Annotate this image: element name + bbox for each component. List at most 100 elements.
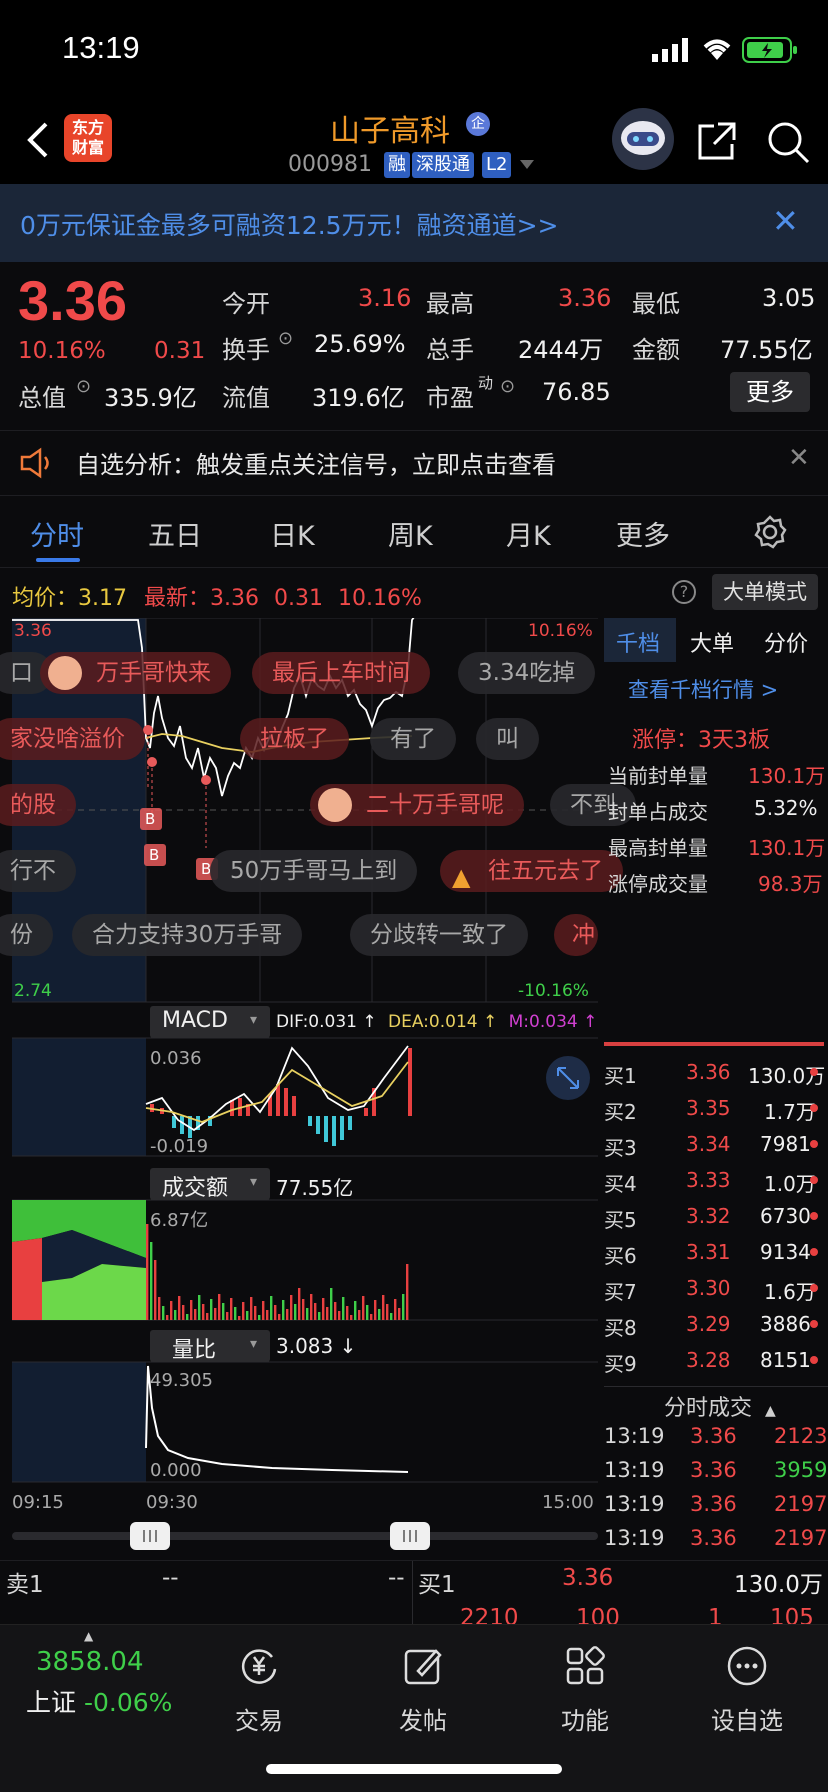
nav-add-watchlist[interactable]: 设自选	[692, 1645, 802, 1736]
pe-info-icon[interactable]: ⊙	[500, 376, 515, 397]
comment-bubble[interactable]: 冲	[554, 914, 598, 956]
macd-m: M:0.034 ↑	[508, 1012, 598, 1032]
stock-name[interactable]: 山子高科	[330, 106, 450, 150]
comment-bubble[interactable]: 二十万手哥呢	[310, 784, 524, 826]
bid-row[interactable]: 买8 3.29 3886	[604, 1306, 828, 1342]
volume-bar	[166, 1315, 169, 1320]
tab-monthly-k[interactable]: 月K	[506, 514, 551, 553]
index-change: -0.06%	[83, 1688, 173, 1717]
volume-selector[interactable]: 成交额 ▾	[150, 1168, 270, 1201]
bid-row[interactable]: 买2 3.35 1.7万	[604, 1090, 828, 1126]
comment-bubble[interactable]: 行不	[0, 850, 76, 892]
order-dot	[810, 1176, 818, 1184]
chevron-down-icon[interactable]	[520, 160, 534, 170]
macd-selector[interactable]: MACD ▾	[150, 1006, 270, 1038]
volume-bar	[162, 1306, 165, 1320]
comment-bubble[interactable]: 家没啥溢价	[0, 718, 145, 760]
tab-intraday[interactable]: 分时	[30, 514, 84, 553]
amount-value: 77.55亿	[720, 336, 813, 364]
promo-banner[interactable]: 0万元保证金最多可融资12.5万元！融资通道>> ✕	[0, 184, 828, 262]
bid-row[interactable]: 买6 3.31 9134	[604, 1234, 828, 1270]
pct-axis-top: 10.16%	[528, 621, 593, 641]
view-depth-link[interactable]: 查看千档行情 >	[628, 674, 778, 704]
bid-row[interactable]: 买7 3.30 1.6万	[604, 1270, 828, 1306]
more-dots-icon[interactable]: ⊙	[76, 376, 91, 397]
order-dot	[810, 1248, 818, 1256]
share-icon[interactable]	[696, 120, 738, 162]
more-button[interactable]: 更多	[730, 372, 810, 412]
comment-bubble[interactable]: 拉板了	[240, 718, 349, 760]
nav-post[interactable]: 发帖	[368, 1645, 478, 1736]
divider	[412, 1561, 413, 1625]
index-name[interactable]: 上证 -0.06%	[26, 1683, 172, 1719]
comment-bubble[interactable]: 有了	[370, 718, 456, 760]
notice-text[interactable]: 自选分析：触发重点关注信号，立即点击查看	[76, 445, 556, 480]
search-icon[interactable]	[766, 120, 810, 164]
volume-total: 77.55亿	[276, 1176, 354, 1200]
notice-close-icon[interactable]: ✕	[788, 443, 810, 473]
comment-bubble[interactable]: 份	[0, 914, 53, 956]
volume-bar	[226, 1312, 229, 1320]
trades-title[interactable]: 分时成交 ▲	[664, 1390, 776, 1422]
bid-row[interactable]: 买3 3.34 7981	[604, 1126, 828, 1162]
comment-bubble[interactable]: 50万手哥马上到	[210, 850, 418, 892]
tab-price-distribution[interactable]: 分价	[764, 626, 808, 658]
total-value: 335.9亿	[104, 384, 197, 412]
bid-label: 买2	[604, 1100, 637, 1124]
bid-row[interactable]: 买1 3.36 130.0万	[604, 1054, 828, 1090]
settings-gear-icon[interactable]	[752, 514, 788, 550]
volume-bar	[218, 1294, 221, 1320]
nav-functions[interactable]: 功能	[530, 1645, 640, 1736]
comment-bubble[interactable]: 分歧转一致了	[350, 914, 528, 956]
help-icon[interactable]: ?	[672, 580, 696, 604]
trade-price: 3.36	[690, 1424, 737, 1448]
tab-big-order[interactable]: 大单	[690, 626, 734, 658]
ask1-volume: --	[388, 1565, 405, 1591]
back-arrow-icon[interactable]	[24, 120, 54, 160]
bid-row[interactable]: 买5 3.32 6730	[604, 1198, 828, 1234]
grid-icon	[566, 1646, 605, 1685]
time-scrollbar[interactable]	[12, 1532, 598, 1540]
volume-bar	[358, 1310, 361, 1320]
tab-weekly-k[interactable]: 周K	[388, 514, 433, 553]
big-order-mode-button[interactable]: 大单模式	[712, 574, 818, 610]
comment-bubble[interactable]: 合力支持30万手哥	[72, 914, 303, 956]
connect-tag: 深股通	[412, 152, 474, 178]
tab-five-day[interactable]: 五日	[148, 514, 202, 553]
comment-text: 往五元去了	[488, 858, 603, 884]
index-value[interactable]: 3858.04	[36, 1647, 144, 1677]
notice-bar[interactable]: 自选分析：触发重点关注信号，立即点击查看 ✕	[0, 430, 828, 496]
ratio-selector[interactable]: 量比 ▾	[150, 1330, 270, 1363]
banner-text[interactable]: 0万元保证金最多可融资12.5万元！融资通道>>	[20, 206, 558, 242]
bid-label: 买6	[604, 1244, 637, 1268]
assistant-robot-icon[interactable]	[612, 108, 674, 170]
avg-value: 3.17	[78, 586, 127, 611]
volume-bar	[342, 1297, 345, 1320]
change-amount: 0.31	[154, 338, 206, 364]
nav-functions-label: 功能	[561, 1707, 609, 1735]
volume-bar	[258, 1315, 261, 1320]
order-dot	[810, 1104, 818, 1112]
pct-axis-bottom: -10.16%	[518, 981, 589, 1001]
tab-daily-k[interactable]: 日K	[270, 514, 315, 553]
volume-bar	[266, 1310, 269, 1320]
comment-bubble[interactable]: 万手哥快来	[40, 652, 231, 694]
tab-thousand-level[interactable]: 千档	[616, 626, 660, 658]
comment-bubble[interactable]: 最后上车时间	[252, 652, 430, 694]
enterprise-badge: 企	[466, 112, 490, 136]
bid-price: 3.30	[686, 1276, 731, 1300]
bid-row[interactable]: 买9 3.28 8151	[604, 1342, 828, 1378]
bid-row[interactable]: 买4 3.33 1.0万	[604, 1162, 828, 1198]
close-icon[interactable]: ✕	[772, 202, 799, 240]
logo-line-1: 东方	[71, 118, 104, 137]
comment-bubble[interactable]: ▲ 往五元去了	[440, 850, 623, 892]
comment-bubble[interactable]: 3.34吃掉	[458, 652, 596, 694]
time-start: 09:15	[12, 1492, 64, 1513]
intraday-chart[interactable]: B B B 3.36 10.16% 2.74 -10.16% 0.036 -0.…	[12, 618, 598, 1620]
tab-more[interactable]: 更多	[616, 514, 670, 553]
ask1-price: --	[162, 1565, 179, 1591]
comment-bubble[interactable]: 的股	[0, 784, 76, 826]
comment-bubble[interactable]: 叫	[476, 718, 539, 760]
nav-trade[interactable]: 交易	[204, 1645, 314, 1736]
info-dots-icon[interactable]: ⊙	[278, 328, 293, 349]
